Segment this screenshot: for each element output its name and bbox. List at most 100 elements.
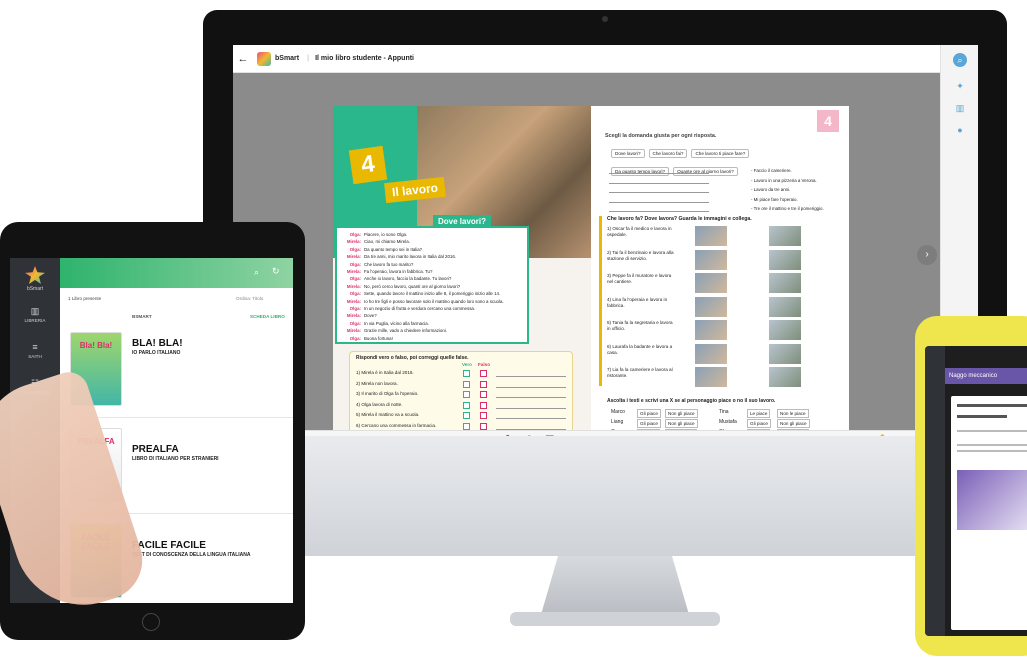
book-row[interactable]: Bla! Bla! BLA! BLA! IO PARLO ITALIANO [60,322,293,418]
imac-screen: ← bSmart | Il mio libro studente - Appun… [233,45,978,450]
nav-label[interactable]: SAITH [10,354,60,359]
book-page-left: 4 Il lavoro Dove lavori? Olga: Piacere, i… [333,106,591,450]
place-picture [769,367,801,387]
true-checkbox[interactable] [463,422,470,430]
true-checkbox[interactable] [463,412,470,419]
like-option[interactable]: Non gli piace [777,419,810,428]
speaker-name: Olga: [349,291,361,297]
false-checkbox[interactable] [480,391,487,398]
match-item: 7) Lia fa la cameriere e lavora al risto… [607,367,673,378]
job-picture [695,343,727,364]
answer-text: - Faccio il cameriere. [751,168,792,173]
nav-icon[interactable]: ≡ [10,342,60,352]
search-icon[interactable]: ⌕ [254,267,259,278]
false-checkbox[interactable] [480,401,487,409]
imac-foot [510,612,720,626]
place-picture [769,249,801,270]
answer-line [496,386,566,388]
imac-monitor: ← bSmart | Il mio libro studente - Appun… [203,10,1007,450]
dialogue-line: Olga: Anche io lavoro, faccio la badante.… [341,276,452,281]
answer-text: - Mi piace fare l'operaio. [751,196,798,202]
match-item: 5) Tania fa la segretaria e lavora in uf… [607,320,673,331]
dialogue-line: Olga: In via Puglia, vicino alla farmacia… [341,321,429,326]
speaker-name: Olga: [349,261,361,267]
next-page-arrow-icon[interactable]: › [917,245,937,265]
dialogue-text: Buona fortuna! [364,335,393,341]
job-picture [695,367,727,387]
true-false-exercise: Rispondi vero o falso, poi correggi quel… [349,351,573,435]
dialogue-text: Io ho tre figli e posso lavorare solo il… [364,298,504,304]
nav-icon[interactable]: ▥ [10,306,60,317]
dialogue-line: Mirela: Fa l'operaio, lavora in fabbrica.… [341,269,433,274]
true-checkbox[interactable] [463,380,470,388]
true-column-header: Vero [462,362,472,367]
book-title[interactable]: FACILE FACILE [132,540,206,551]
true-checkbox[interactable] [463,370,470,377]
star-icon[interactable]: ✦ [953,79,967,93]
match-item: 1) Oscar fa il medico e lavora in ospeda… [607,226,672,237]
like-option[interactable]: Gli piace [637,409,661,418]
question-chip[interactable]: Quante ore al giorno lavori? [673,167,738,176]
refresh-icon[interactable]: ↻ [272,266,280,277]
phone: Naggo meccanico [915,316,1027,656]
dialogue-text: In via Puglia, vicino alla farmacia. [364,320,429,326]
false-checkbox[interactable] [480,412,487,419]
dialogue-text: Che lavoro fa tuo marito? [364,261,414,267]
true-checkbox[interactable] [463,391,470,398]
home-button[interactable] [142,613,160,631]
statement: 6) Cercano una commessa in farmacia. [356,422,437,428]
statement: 1) Mirela è in Italia dal 2016. [356,370,414,375]
book-sheet-link[interactable]: SCHEDA LIBRO [250,314,285,319]
sidebar-brand: bSmart [26,286,44,292]
search-icon[interactable]: ⌕ [953,53,967,67]
like-option[interactable]: Non gli piace [665,419,698,428]
false-checkbox[interactable] [480,422,487,430]
like-option[interactable]: Non le piace [777,409,809,418]
false-checkbox[interactable] [480,380,487,388]
unit-badge: 4 [817,110,839,132]
question-chip[interactable]: Da quanto tempo lavori? [611,167,670,176]
like-option[interactable]: Non gli piace [665,409,698,418]
nav-label[interactable]: LIBRERIA [10,318,60,323]
publisher-label: BSMART [132,314,152,319]
dialogue-line: Mirela: Dove? [341,313,377,318]
question-chip[interactable]: Che lavoro ti piace fare? [691,149,750,158]
back-arrow-icon[interactable]: ← [233,53,253,65]
place-picture [769,296,801,317]
statement: 3) Il marito di Olga fa l'operaio. [356,391,419,396]
answer-text: - Tre ore il mattino e tre il pomeriggio… [751,206,824,211]
speaker-name: Olga: [349,232,361,237]
job-picture [695,296,727,317]
book-title[interactable]: PREALFA [132,444,179,455]
dialogue-line: Olga: Buona fortuna! [341,336,393,341]
bsmart-logo [257,51,271,66]
dialogue-line: Mirela: Da tre anni, mio marito lavora in… [341,254,456,259]
book-title[interactable]: BLA! BLA! [132,338,183,349]
match-item: 4) Lina fa l'operaia e lavora in fabbric… [607,296,668,308]
dialogue-text: In un negozio di frutta e verdura cercan… [364,306,476,311]
person-name: Marco [611,409,625,415]
dialogue-text: Dove? [364,313,377,319]
library-icon[interactable]: ▥ [953,101,967,115]
answer-line [609,182,709,184]
dialogue-line: Olga: Piacere, io sono Olga. [341,232,407,237]
dialogue-text: Grazie mille, vado a chiedere informazio… [364,328,447,334]
statement: 5) Mirela il mattino va a scuola. [356,412,420,417]
speaker-name: Mirela: [346,283,361,289]
answer-line [496,418,566,419]
question-chip[interactable]: Dove lavori? [611,149,645,158]
exercise-title: Rispondi vero o falso, poi correggi quel… [356,355,469,361]
dialogue-box: Olga: Piacere, io sono Olga. Mirela: Ciao, … [335,226,529,344]
place-picture [769,226,801,246]
unit-number: 4 [348,145,388,185]
false-checkbox[interactable] [480,370,487,377]
dialogue-line: Olga: Che lavoro fa tuo marito? [341,261,414,267]
question-chip[interactable]: Che lavoro fai? [648,149,688,158]
like-option[interactable]: Le piace [747,409,771,418]
like-option[interactable]: Gli piace [747,419,771,428]
sort-select[interactable]: Ordina: Titolo [236,296,263,301]
user-icon[interactable]: ● [953,123,967,137]
true-checkbox[interactable] [463,401,470,409]
like-option[interactable]: Gli piace [637,419,661,428]
book-subtitle: IO PARLO ITALIANO [132,350,181,356]
